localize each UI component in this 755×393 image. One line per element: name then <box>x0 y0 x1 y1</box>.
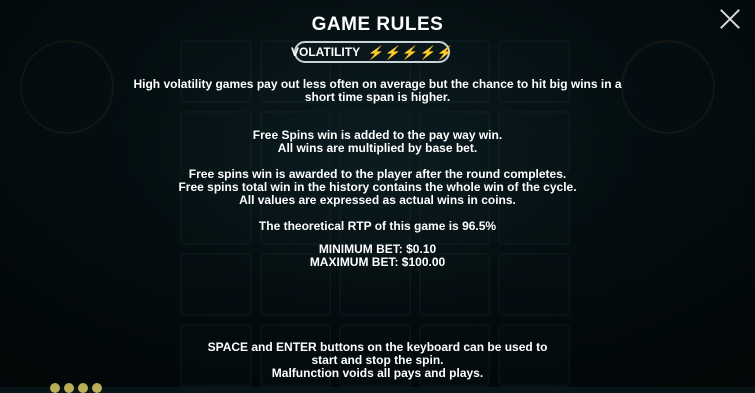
lightning-bolt-icon: ⚡ <box>383 44 403 60</box>
coin-icon <box>50 383 60 393</box>
lightning-bolt-icon: ⚡ <box>435 44 455 60</box>
coin-icon <box>92 383 102 393</box>
coin-icon <box>78 383 88 393</box>
page-title: GAME RULES <box>311 14 444 35</box>
lightning-bolt-icon: ⚡ <box>366 44 386 60</box>
controls-info: SPACE and ENTER buttons on the keyboard … <box>60 341 695 380</box>
lightning-bolt-icon: ⚡ <box>401 44 420 60</box>
volatility-description-line: short time span is higher. <box>304 90 451 104</box>
coin-icon <box>64 383 74 393</box>
rtp-text: The theoretical RTP of this game is 96.5… <box>258 219 497 233</box>
malfunction-notice: Malfunction voids all pays and plays. <box>271 366 484 380</box>
volatility-rating: ⚡ ⚡ ⚡ ⚡ ⚡ <box>366 44 455 60</box>
rules-text: High volatility games pay out less often… <box>60 78 695 269</box>
free-spins-rule: All wins are multiplied by base bet. <box>277 141 478 155</box>
lightning-bolt-icon: ⚡ <box>418 44 438 60</box>
volatility-badge: VOLATILITY ⚡ ⚡ ⚡ ⚡ ⚡ <box>290 41 455 63</box>
maximum-bet: MAXIMUM BET: $100.00 <box>309 255 446 269</box>
volatility-label: VOLATILITY <box>290 45 361 59</box>
free-spins-rule: All values are expressed as actual wins … <box>239 193 516 207</box>
coin-decoration <box>50 383 102 393</box>
